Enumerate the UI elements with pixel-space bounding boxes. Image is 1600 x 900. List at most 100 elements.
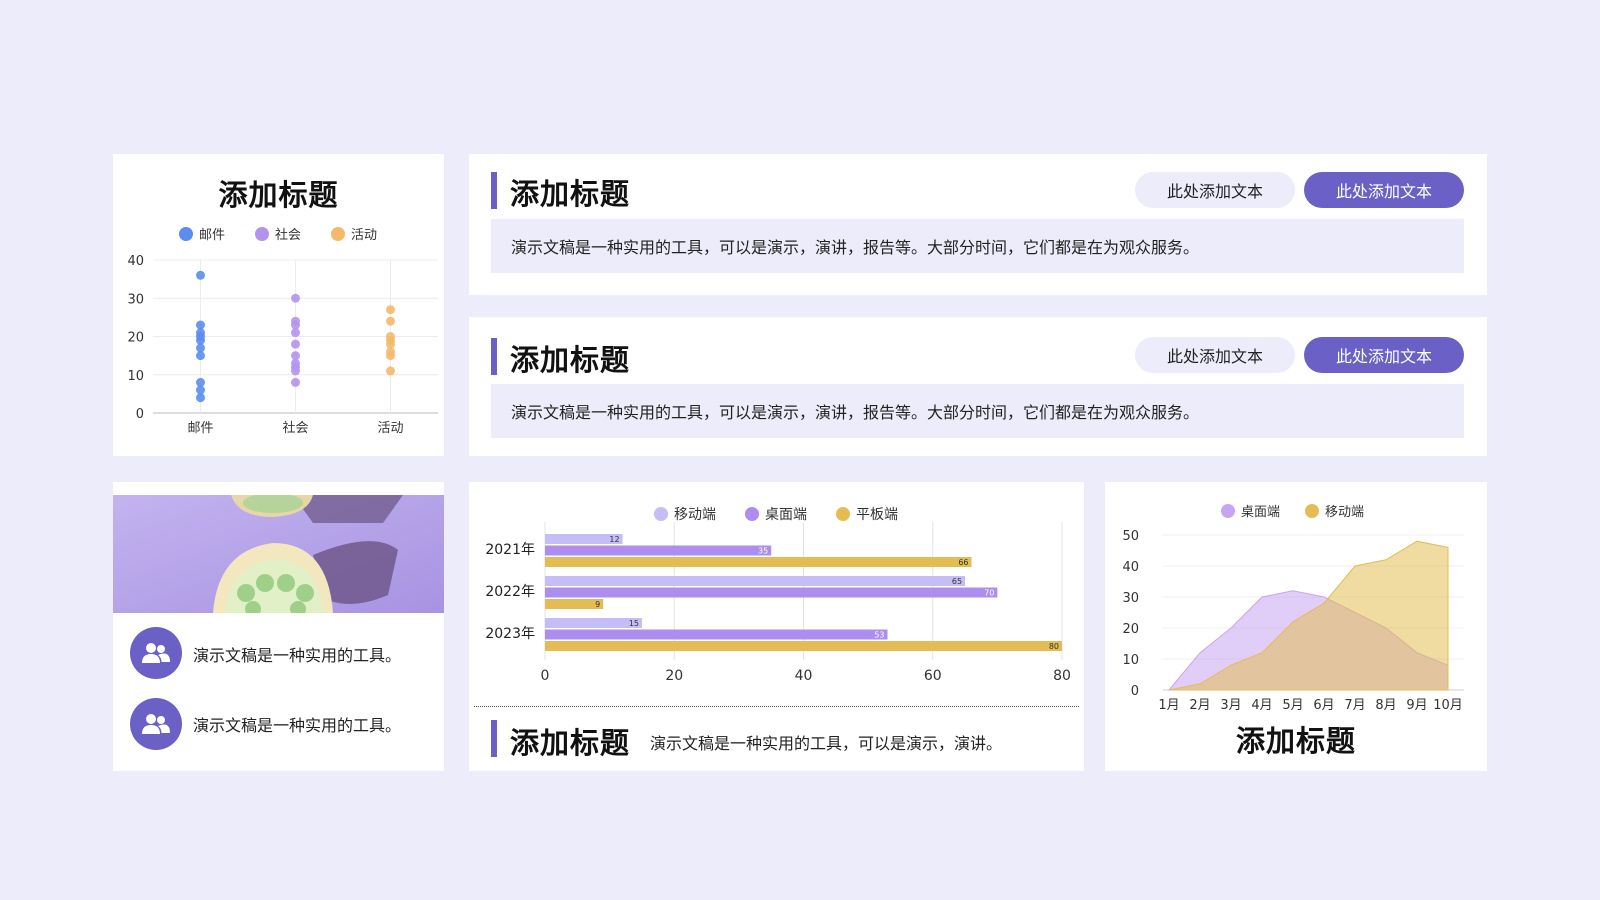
users-icon xyxy=(130,627,182,679)
x-tick-label: 60 xyxy=(924,668,942,684)
y-tick-label: 2021年 xyxy=(485,542,535,558)
legend-label: 活动 xyxy=(351,228,377,243)
legend-label: 移动端 xyxy=(674,507,716,523)
header-card-2: 添加标题 此处添加文本 此处添加文本 演示文稿是一种实用的工具，可以是演示，演讲… xyxy=(469,317,1487,456)
x-tick-label: 0 xyxy=(541,668,550,684)
bar xyxy=(545,576,966,586)
secondary-button[interactable]: 此处添加文本 xyxy=(1135,172,1295,208)
scatter-point xyxy=(196,351,205,361)
primary-button[interactable]: 此处添加文本 xyxy=(1304,337,1464,373)
primary-button[interactable]: 此处添加文本 xyxy=(1304,172,1464,208)
x-tick-label: 7月 xyxy=(1344,698,1365,713)
scatter-point xyxy=(196,393,205,403)
scatter-point xyxy=(386,339,395,349)
x-tick-label: 社会 xyxy=(282,420,308,436)
card-description: 演示文稿是一种实用的工具，可以是演示，演讲，报告等。大部分时间，它们都是在为观众… xyxy=(491,384,1464,438)
scatter-point xyxy=(291,328,300,338)
x-tick-label: 3月 xyxy=(1220,698,1241,713)
scatter-point xyxy=(291,377,300,387)
scatter-point xyxy=(196,385,205,395)
dotted-divider xyxy=(474,706,1079,707)
scatter-point xyxy=(386,366,395,376)
bar-caption: 演示文稿是一种实用的工具，可以是演示，演讲。 xyxy=(650,734,1003,753)
legend-marker xyxy=(1305,504,1319,518)
card-title: 添加标题 xyxy=(510,343,631,377)
users-icon xyxy=(130,698,182,750)
y-tick-label: 0 xyxy=(136,407,144,422)
y-tick-label: 2022年 xyxy=(485,584,535,600)
bar xyxy=(545,587,998,598)
bar-value-label: 9 xyxy=(595,600,600,609)
legend-label: 移动端 xyxy=(1325,505,1364,520)
scatter-point xyxy=(196,270,205,280)
x-tick-label: 80 xyxy=(1053,668,1071,684)
y-tick-label: 0 xyxy=(1131,684,1139,699)
scatter-point xyxy=(196,320,205,330)
y-tick-label: 40 xyxy=(127,254,144,269)
legend-label: 桌面端 xyxy=(765,507,807,523)
legend-marker xyxy=(179,227,193,241)
bar-value-label: 15 xyxy=(629,619,639,628)
bar-value-label: 65 xyxy=(952,577,962,586)
card-description: 演示文稿是一种实用的工具，可以是演示，演讲，报告等。大部分时间，它们都是在为观众… xyxy=(491,219,1464,273)
x-tick-label: 10月 xyxy=(1433,698,1463,713)
legend-marker xyxy=(654,507,668,521)
y-tick-label: 30 xyxy=(1122,591,1139,606)
y-tick-label: 20 xyxy=(127,331,144,346)
x-tick-label: 2月 xyxy=(1189,698,1210,713)
accent-bar xyxy=(491,338,497,375)
bar-value-label: 53 xyxy=(874,631,884,640)
area-title: 添加标题 xyxy=(1235,724,1356,758)
scatter-point xyxy=(291,366,300,376)
bar xyxy=(545,641,1062,651)
x-tick-label: 活动 xyxy=(377,421,403,436)
header-card-1: 添加标题 此处添加文本 此处添加文本 演示文稿是一种实用的工具，可以是演示，演讲… xyxy=(469,154,1487,295)
y-tick-label: 10 xyxy=(127,369,144,384)
fruit-illustration xyxy=(113,495,444,613)
x-tick-label: 9月 xyxy=(1406,698,1427,713)
scatter-point xyxy=(386,351,395,361)
scatter-panel: 添加标题 邮件 社会 活动 0 10 20 30 40 邮件 社会 活动 xyxy=(113,154,444,456)
bar xyxy=(545,629,888,640)
x-tick-label: 8月 xyxy=(1375,698,1396,713)
accent-bar xyxy=(491,720,497,757)
legend-label: 社会 xyxy=(275,227,301,243)
scatter-point xyxy=(291,339,300,349)
legend-label: 桌面端 xyxy=(1241,505,1280,520)
accent-bar xyxy=(491,172,497,209)
list-item-text: 演示文稿是一种实用的工具。 xyxy=(193,716,402,735)
bar-value-label: 80 xyxy=(1049,642,1059,651)
scatter-point xyxy=(386,316,395,326)
legend-marker xyxy=(836,507,850,521)
x-tick-label: 4月 xyxy=(1251,698,1272,713)
x-tick-label: 6月 xyxy=(1313,698,1334,713)
bar-chart: 移动端 桌面端 平板端 0 20 40 60 80 2021年 12 35 66 2022年 65 70 9 2… xyxy=(485,507,1071,684)
x-tick-label: 1月 xyxy=(1158,698,1179,713)
list-item-text: 演示文稿是一种实用的工具。 xyxy=(193,646,402,665)
legend-label: 平板端 xyxy=(856,507,898,523)
legend-marker xyxy=(745,507,759,521)
bar xyxy=(545,557,972,567)
scatter-chart: 邮件 社会 活动010203040邮件 社会 活动 xyxy=(127,227,438,436)
x-tick-label: 20 xyxy=(665,668,683,684)
legend-marker xyxy=(255,227,269,241)
card-title: 添加标题 xyxy=(510,177,631,211)
area-chart: 桌面端 移动端 0 10 20 30 40 50 1月 2月 3月 4月 5月 6月 7月 8月 9月 10月 xyxy=(1122,504,1464,713)
y-tick-label: 20 xyxy=(1122,622,1139,637)
scatter-point xyxy=(386,305,395,315)
scatter-point xyxy=(196,377,205,387)
secondary-button[interactable]: 此处添加文本 xyxy=(1135,337,1295,373)
y-tick-label: 2023年 xyxy=(485,626,535,642)
y-tick-label: 30 xyxy=(127,292,144,307)
scatter-point xyxy=(291,293,300,303)
bar xyxy=(545,545,772,556)
hero-image xyxy=(113,495,444,613)
y-tick-label: 50 xyxy=(1122,529,1139,544)
bar xyxy=(545,618,642,628)
bar-value-label: 35 xyxy=(758,547,768,556)
image-panel: 演示文稿是一种实用的工具。 演示文稿是一种实用的工具。 xyxy=(113,482,444,771)
legend-marker xyxy=(331,227,345,241)
bar-value-label: 66 xyxy=(958,558,968,567)
x-tick-label: 邮件 xyxy=(187,421,213,436)
x-tick-label: 40 xyxy=(795,668,813,684)
